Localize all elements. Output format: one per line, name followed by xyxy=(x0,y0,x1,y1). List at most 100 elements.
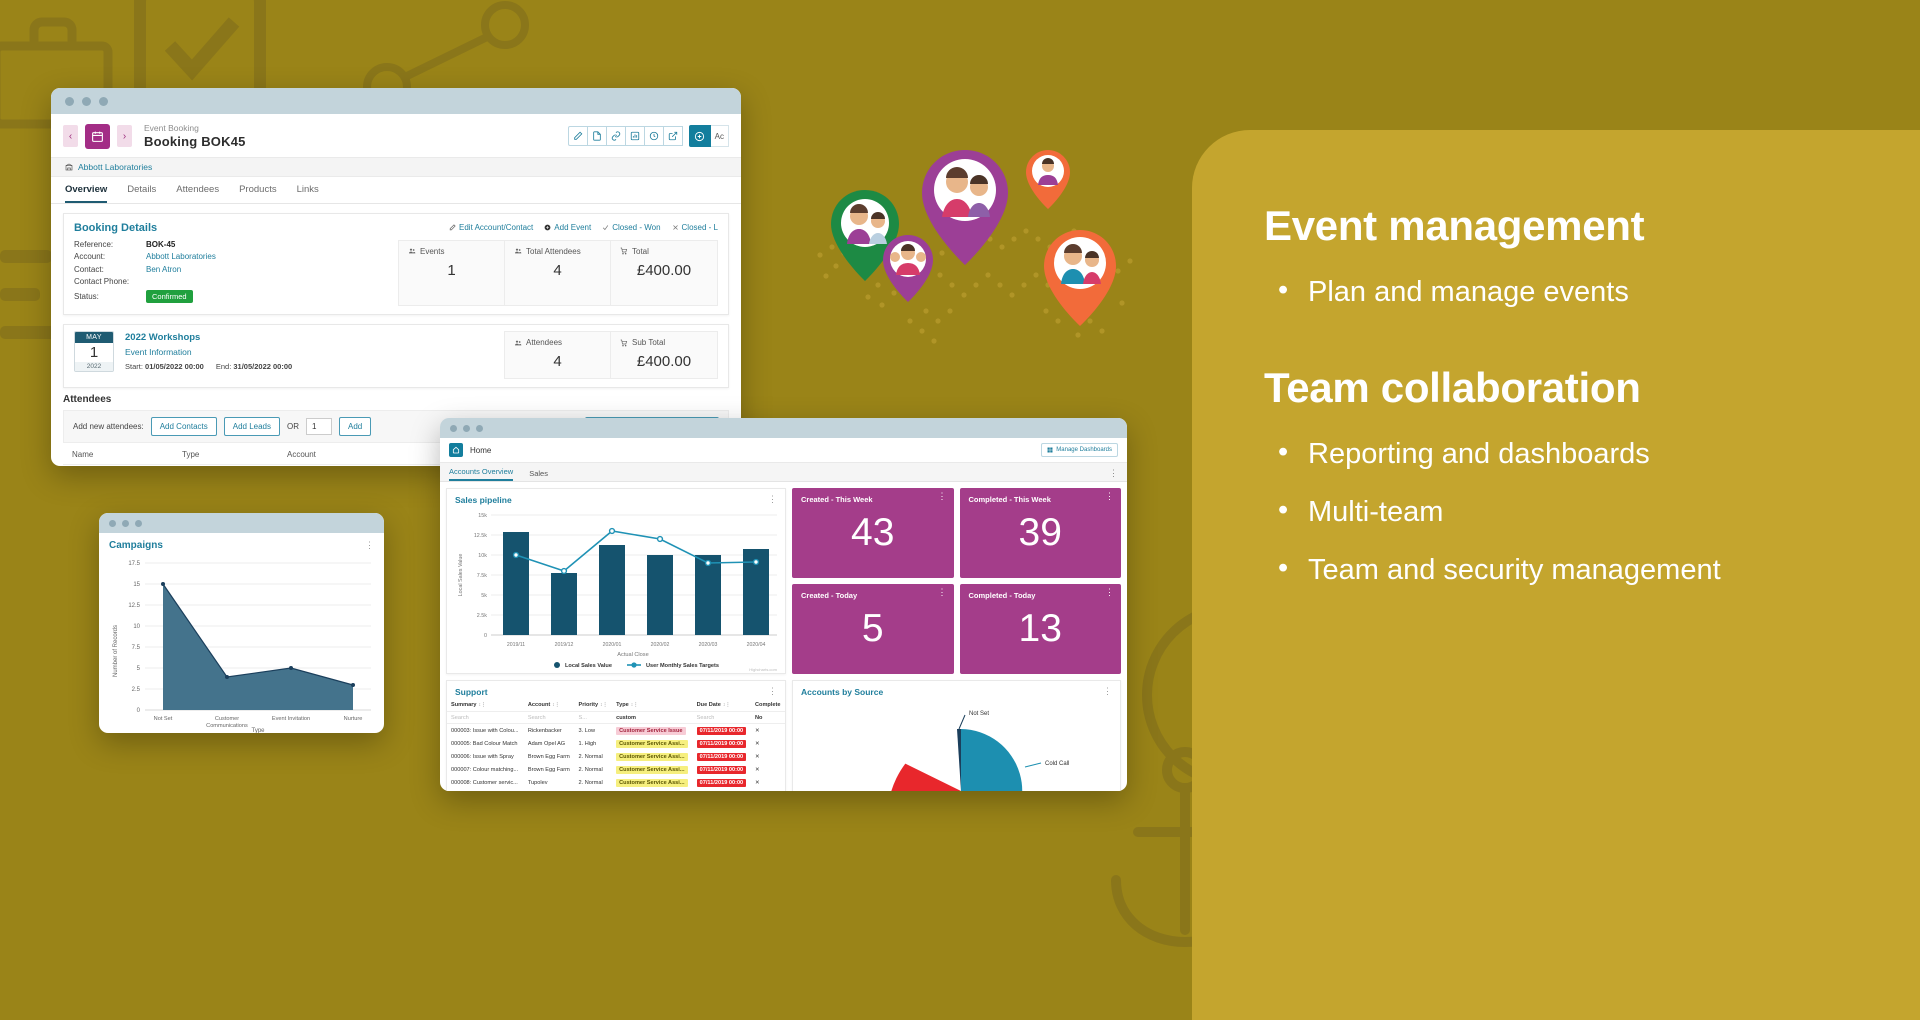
breadcrumb[interactable]: Abbott Laboratories xyxy=(51,156,741,177)
chart-icon[interactable] xyxy=(624,126,645,147)
svg-text:7.5: 7.5 xyxy=(132,645,141,651)
table-row[interactable]: 000005: Bad Colour Match Adam Opel AG 1.… xyxy=(447,737,785,750)
cell-summary[interactable]: 000005: Bad Colour Match xyxy=(447,737,524,750)
col-complete[interactable]: Complete xyxy=(750,699,785,712)
event-title[interactable]: 2022 Workshops xyxy=(125,332,292,343)
cell-due-date: 07/11/2019 00:00 xyxy=(693,763,751,776)
cell-account[interactable]: Brown Egg Farm xyxy=(524,763,575,776)
kpi-created-this-week[interactable]: Created - This Week ⋮ 43 xyxy=(792,488,954,578)
window-minimize-dot[interactable] xyxy=(463,424,470,432)
table-row[interactable]: 000009: Customer Servic... Anheuser Busc… xyxy=(447,789,785,791)
cell-priority: 3. Low xyxy=(578,727,595,734)
next-record-button[interactable]: › xyxy=(117,125,132,148)
edit-account-contact-action[interactable]: Edit Account/Contact xyxy=(449,223,533,232)
col-account[interactable]: Account ↕⋮ xyxy=(523,699,575,712)
field-contact: Contact: Ben Atron xyxy=(74,265,398,274)
kpi-created-today[interactable]: Created - Today ⋮ 5 xyxy=(792,584,954,674)
filter-priority[interactable]: S... xyxy=(574,711,613,724)
cell-account[interactable]: Rickenbacker xyxy=(524,724,575,738)
home-icon[interactable] xyxy=(449,443,463,457)
col-summary[interactable]: Summary ↕⋮ xyxy=(447,699,524,712)
record-tabs: Overview Details Attendees Products Link… xyxy=(51,177,741,204)
window-close-dot[interactable] xyxy=(450,424,457,432)
cell-complete: ✕ xyxy=(754,753,760,760)
tab-sales[interactable]: Sales xyxy=(529,469,548,481)
cell-summary[interactable]: 000007: Colour matching... xyxy=(447,763,524,776)
actions-button[interactable]: Ac xyxy=(710,125,729,148)
filter-account[interactable]: Search xyxy=(523,711,575,724)
cell-summary[interactable]: 000008: Customer servic... xyxy=(447,776,524,789)
window-maximize-dot[interactable] xyxy=(476,424,483,432)
tab-details[interactable]: Details xyxy=(127,184,156,203)
tab-attendees[interactable]: Attendees xyxy=(176,184,219,203)
open-external-icon[interactable] xyxy=(662,126,683,147)
svg-text:Local Sales Value: Local Sales Value xyxy=(565,663,612,669)
window-close-dot[interactable] xyxy=(65,96,74,106)
filter-type[interactable]: custom xyxy=(612,711,693,724)
add-button-attendees[interactable]: Add xyxy=(339,417,372,437)
cell-summary[interactable]: 000006: Issue with Spray xyxy=(447,750,524,763)
add-leads-button[interactable]: Add Leads xyxy=(223,417,281,437)
filter-summary[interactable]: Search xyxy=(447,711,524,724)
tab-accounts-overview[interactable]: Accounts Overview xyxy=(449,467,514,481)
table-row[interactable]: 000007: Colour matching... Brown Egg Far… xyxy=(447,763,785,776)
window-maximize-dot[interactable] xyxy=(135,519,142,527)
kebab-menu-icon[interactable]: ⋮ xyxy=(365,540,374,550)
col-due-date[interactable]: Due Date ↕⋮ xyxy=(692,699,751,712)
event-information-link[interactable]: Event Information xyxy=(125,347,292,357)
tab-links[interactable]: Links xyxy=(297,184,319,203)
kpi-completed-today[interactable]: Completed - Today ⋮ 13 xyxy=(959,584,1121,674)
document-icon[interactable] xyxy=(586,126,607,147)
cell-account[interactable]: Anheuser Busch xyxy=(524,789,575,791)
add-contacts-button[interactable]: Add Contacts xyxy=(150,417,217,437)
kpi-row-week: Created - This Week ⋮ 43 Completed - Thi… xyxy=(792,488,1121,578)
svg-text:2.5k: 2.5k xyxy=(477,613,487,619)
closed-lost-action[interactable]: Closed - L xyxy=(672,223,718,232)
add-event-action[interactable]: Add Event xyxy=(544,223,591,232)
quantity-input[interactable]: 1 xyxy=(306,418,333,436)
kpi-completed-today-title: Completed - Today xyxy=(968,591,1036,600)
manage-dashboards-button[interactable]: Manage Dashboards xyxy=(1041,443,1118,457)
kebab-menu-icon[interactable]: ⋮ xyxy=(1103,686,1112,696)
svg-text:Not Set: Not Set xyxy=(154,716,173,722)
window-maximize-dot[interactable] xyxy=(99,96,108,106)
cell-summary[interactable]: 000009: Customer Servic... xyxy=(447,789,524,791)
edit-pencil-icon[interactable] xyxy=(567,126,588,147)
window-minimize-dot[interactable] xyxy=(122,519,129,527)
kebab-menu-icon[interactable]: ⋮ xyxy=(768,494,777,504)
tab-overview[interactable]: Overview xyxy=(65,184,108,203)
add-button[interactable] xyxy=(688,125,711,148)
col-priority[interactable]: Priority ↕⋮ xyxy=(574,699,613,712)
kpi-completed-this-week[interactable]: Completed - This Week ⋮ 39 xyxy=(959,488,1121,578)
link-icon[interactable] xyxy=(605,126,626,147)
field-contact-value[interactable]: Ben Atron xyxy=(146,265,181,274)
prev-record-button[interactable]: ‹ xyxy=(63,125,78,148)
kebab-menu-icon[interactable]: ⋮ xyxy=(1105,491,1114,501)
kpi-created-this-week-value: 43 xyxy=(851,511,895,554)
history-clock-icon[interactable] xyxy=(643,126,664,147)
closed-won-action[interactable]: Closed - Won xyxy=(602,223,661,232)
table-row[interactable]: 000006: Issue with Spray Brown Egg Farm … xyxy=(447,750,785,763)
cell-account[interactable]: Adam Opel AG xyxy=(524,737,575,750)
filter-complete[interactable]: No xyxy=(750,711,785,724)
kebab-menu-icon[interactable]: ⋮ xyxy=(768,686,777,696)
breadcrumb-label: Abbott Laboratories xyxy=(78,161,153,172)
window-titlebar xyxy=(51,88,741,114)
svg-text:Event Invitation: Event Invitation xyxy=(272,716,310,722)
svg-text:Nurture: Nurture xyxy=(344,716,363,722)
window-close-dot[interactable] xyxy=(109,519,116,527)
dashboard-kebab-icon[interactable]: ⋮ xyxy=(1109,468,1118,481)
table-row[interactable]: 000008: Customer servic... Tupolev 2. No… xyxy=(447,776,785,789)
window-minimize-dot[interactable] xyxy=(82,96,91,106)
tab-products[interactable]: Products xyxy=(239,184,277,203)
filter-due-date[interactable]: Search xyxy=(692,711,751,724)
table-row[interactable]: 000003: Issue with Colou... Rickenbacker… xyxy=(447,724,785,738)
field-account-value[interactable]: Abbott Laboratories xyxy=(146,252,216,261)
cell-account[interactable]: Brown Egg Farm xyxy=(524,750,575,763)
kebab-menu-icon[interactable]: ⋮ xyxy=(938,491,947,501)
kebab-menu-icon[interactable]: ⋮ xyxy=(1105,587,1114,597)
cell-summary[interactable]: 000003: Issue with Colou... xyxy=(447,724,524,738)
kebab-menu-icon[interactable]: ⋮ xyxy=(938,587,947,597)
col-type[interactable]: Type ↕⋮ xyxy=(612,699,693,712)
cell-account[interactable]: Tupolev xyxy=(524,776,575,789)
